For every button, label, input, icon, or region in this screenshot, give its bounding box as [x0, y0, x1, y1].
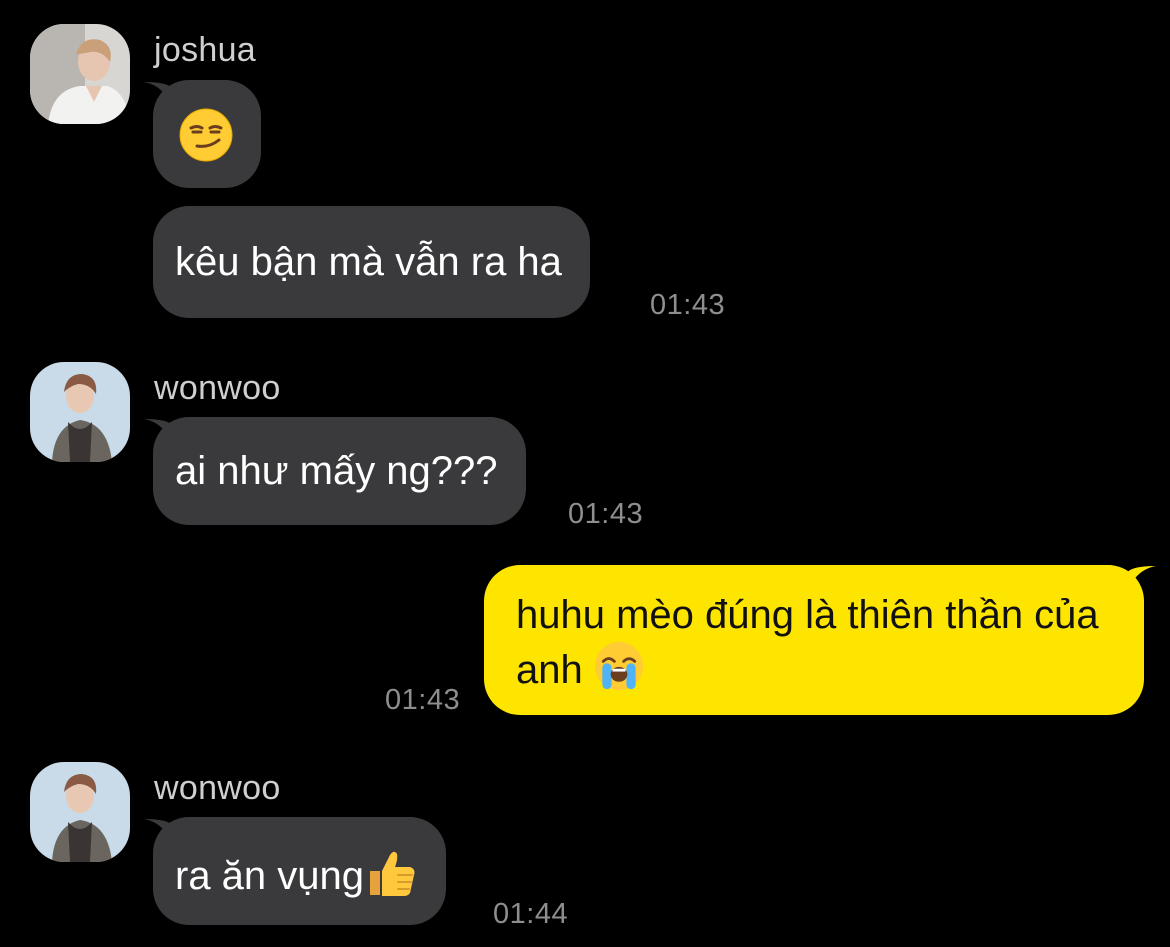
- message-text: ra ăn vụng: [175, 854, 365, 899]
- profile-photo-icon: [30, 362, 130, 462]
- message-bubble[interactable]: [153, 80, 261, 188]
- profile-photo-icon: [30, 24, 130, 124]
- bubble-tail: [1126, 566, 1156, 596]
- message-bubble[interactable]: ra ăn vụng: [153, 817, 447, 925]
- loudly-crying-face-icon: [594, 641, 644, 704]
- avatar-wonwoo[interactable]: [30, 762, 130, 862]
- message-bubble[interactable]: kêu bận mà vẫn ra ha: [153, 206, 590, 318]
- avatar-wonwoo[interactable]: [30, 362, 130, 462]
- sender-name: wonwoo: [154, 369, 281, 407]
- sender-name: wonwoo: [154, 769, 281, 807]
- smirking-face-icon: [179, 108, 233, 175]
- message-time: 01:44: [493, 898, 569, 930]
- sender-name: joshua: [154, 31, 256, 69]
- message-time: 01:43: [385, 684, 461, 716]
- message-text: ai như mấy ng???: [175, 449, 498, 493]
- message-time: 01:43: [568, 498, 644, 530]
- profile-photo-icon: [30, 762, 130, 862]
- avatar-joshua[interactable]: [30, 24, 130, 124]
- message-time: 01:43: [650, 289, 726, 321]
- message-bubble[interactable]: ai như mấy ng???: [153, 417, 526, 525]
- message-text: kêu bận mà vẫn ra ha: [175, 240, 562, 284]
- thumbs-up-icon: [364, 845, 418, 912]
- message-bubble-outgoing[interactable]: huhu mèo đúng là thiên thần của anh: [484, 565, 1144, 715]
